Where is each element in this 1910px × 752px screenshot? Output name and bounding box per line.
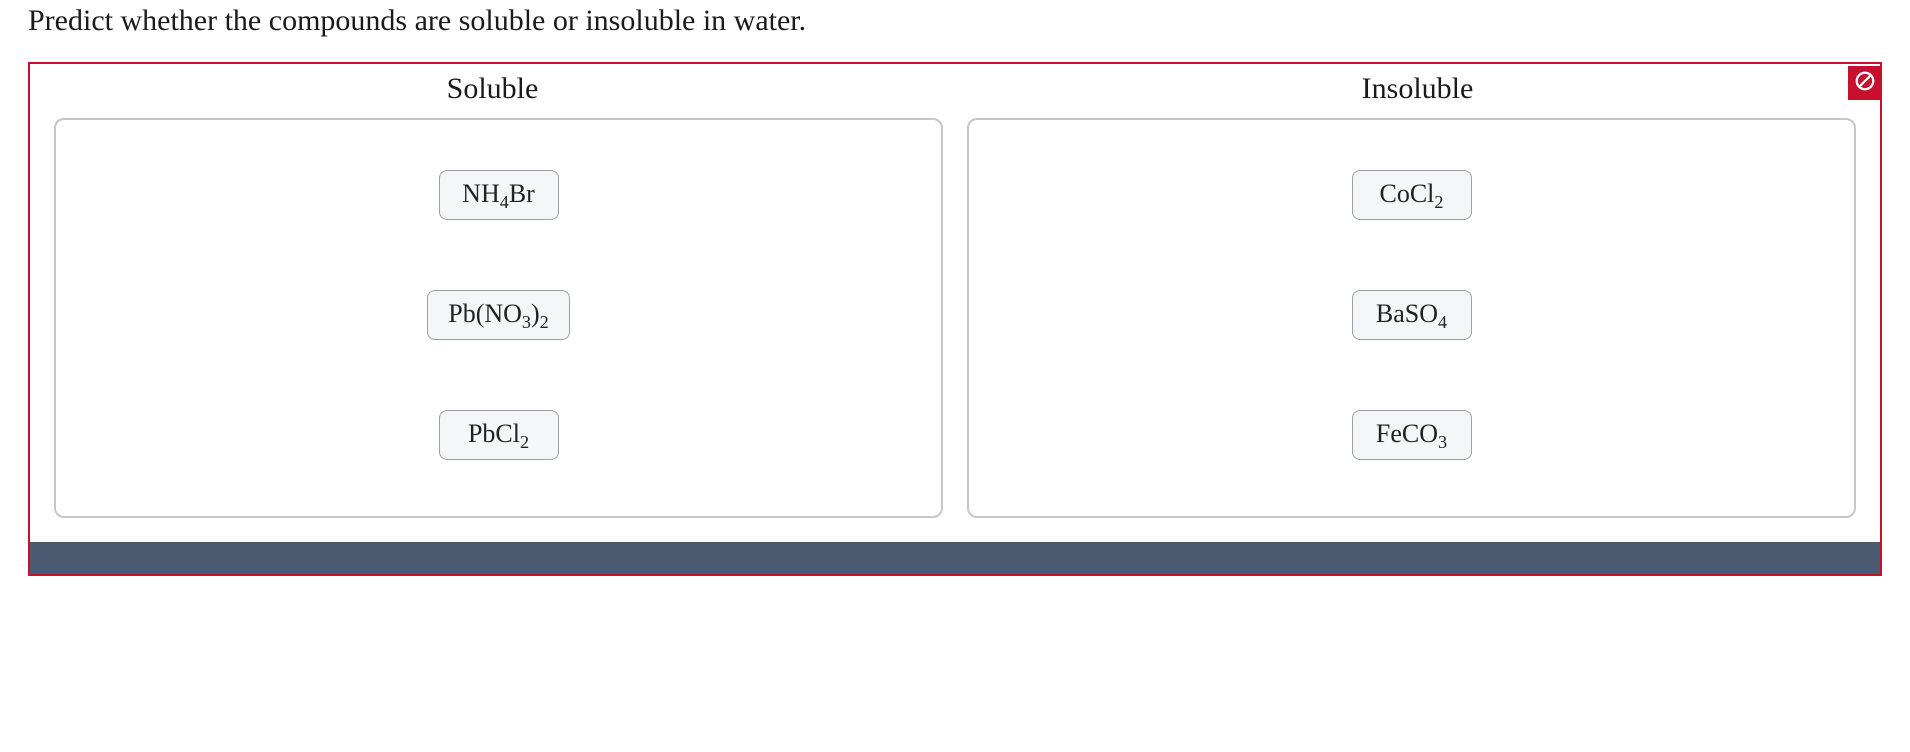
header-soluble: Soluble bbox=[30, 72, 955, 106]
compound-chip[interactable]: CoCl2 bbox=[1352, 170, 1472, 220]
compound-chip[interactable]: NH4Br bbox=[439, 170, 559, 220]
incorrect-indicator bbox=[1848, 66, 1882, 100]
dropzone-insoluble[interactable]: CoCl2 BaSO4 FeCO3 bbox=[967, 118, 1856, 518]
exercise-container: Soluble Insoluble NH4Br Pb(NO3)2 PbCl2 C… bbox=[28, 62, 1882, 576]
bottom-bar bbox=[30, 542, 1880, 574]
compound-chip[interactable]: BaSO4 bbox=[1352, 290, 1472, 340]
forbidden-icon bbox=[1854, 70, 1876, 97]
compound-chip[interactable]: PbCl2 bbox=[439, 410, 559, 460]
header-insoluble: Insoluble bbox=[955, 72, 1880, 106]
page-root: Predict whether the compounds are solubl… bbox=[0, 0, 1910, 576]
column-headers: Soluble Insoluble bbox=[30, 64, 1880, 112]
dropzones-row: NH4Br Pb(NO3)2 PbCl2 CoCl2 BaSO4 FeCO3 bbox=[30, 112, 1880, 542]
compound-chip[interactable]: FeCO3 bbox=[1352, 410, 1472, 460]
dropzone-soluble[interactable]: NH4Br Pb(NO3)2 PbCl2 bbox=[54, 118, 943, 518]
compound-chip[interactable]: Pb(NO3)2 bbox=[427, 290, 570, 340]
question-prompt: Predict whether the compounds are solubl… bbox=[0, 0, 1910, 62]
